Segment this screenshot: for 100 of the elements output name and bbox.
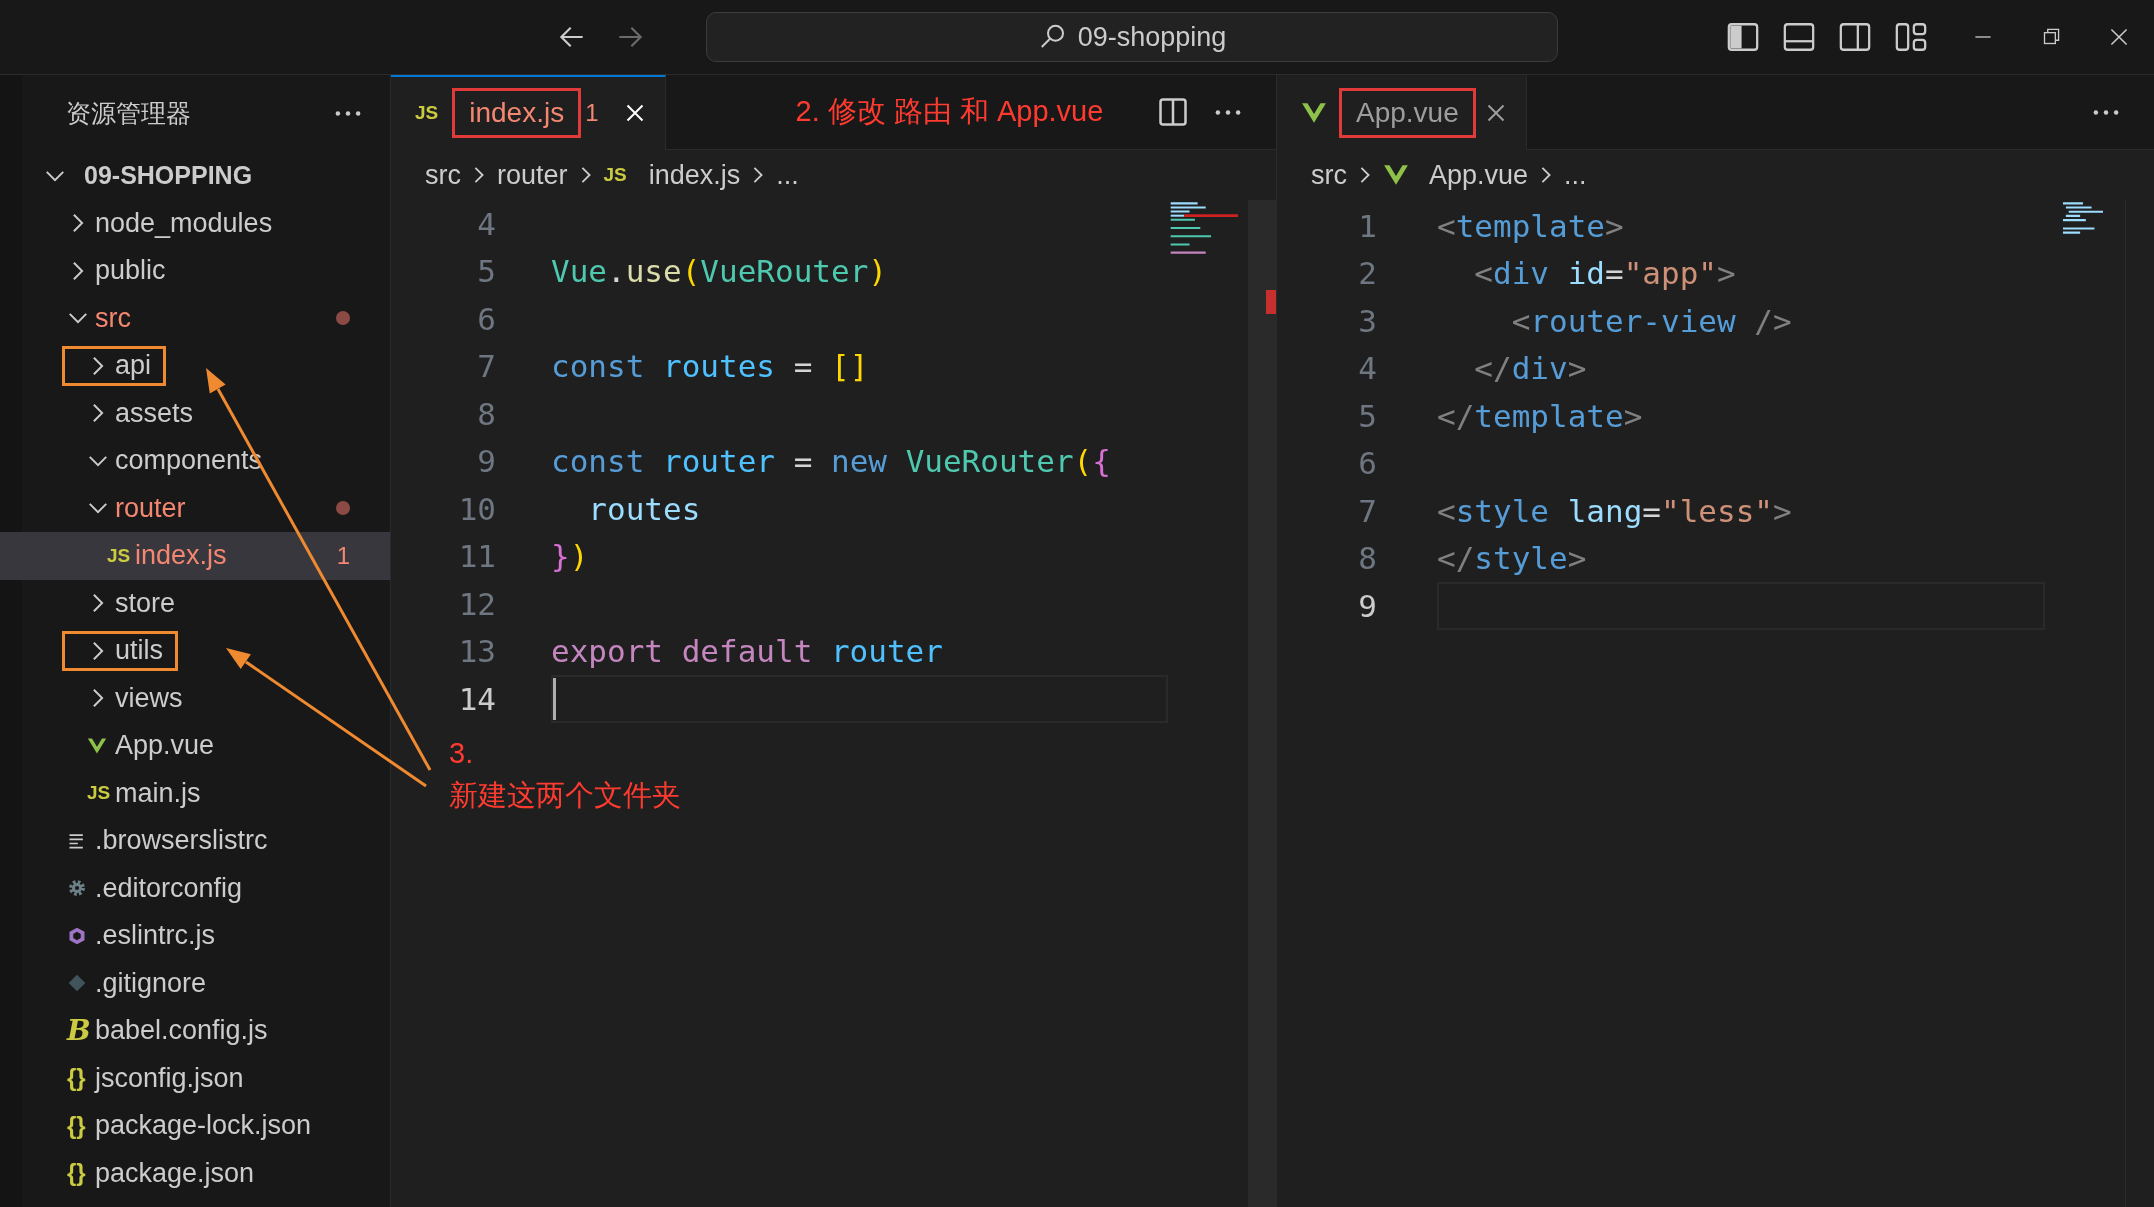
code-line: }): [551, 538, 589, 575]
line-number: 8: [476, 395, 496, 432]
code-line: <template>: [1437, 207, 1624, 244]
line-number: 4: [476, 205, 496, 242]
sidebar-toggle-icon[interactable]: [1726, 20, 1760, 54]
more-icon[interactable]: [334, 109, 362, 118]
modified-dot: [336, 501, 350, 516]
breadcrumb-item[interactable]: router: [497, 159, 568, 191]
annotation-text: 2. 修改 路由 和 App.vue: [795, 94, 1104, 129]
code-line: </style>: [1437, 540, 1587, 577]
code-line: export default router: [551, 633, 943, 670]
item-label: main.js: [115, 777, 201, 809]
item-label: package-lock.json: [95, 1110, 312, 1142]
item-label: index.js: [135, 540, 227, 572]
js-file-icon: JS: [603, 164, 627, 186]
item-label: views: [115, 682, 183, 714]
js-file-icon: JS: [87, 782, 111, 805]
tree-item[interactable]: {} package.json: [0, 1149, 390, 1197]
tree-item[interactable]: public: [0, 247, 390, 295]
minimap-drawing: [2063, 202, 2103, 234]
split-editor-icon[interactable]: [1158, 97, 1188, 127]
tree-item[interactable]: api: [0, 342, 390, 390]
tree-item[interactable]: .editorconfig: [0, 864, 390, 912]
tree-item[interactable]: node_modules: [0, 199, 390, 247]
editor-tab[interactable]: JS index.js 1: [391, 74, 666, 150]
item-label: .editorconfig: [95, 872, 243, 904]
code-line: Vue.use(VueRouter): [551, 253, 887, 290]
more-icon[interactable]: [1214, 107, 1242, 117]
search-field[interactable]: 09-shopping: [706, 12, 1558, 62]
split-toggle-icon[interactable]: [1838, 20, 1872, 54]
vue-file-icon: [1301, 101, 1327, 125]
item-label: store: [115, 587, 176, 619]
tree-item[interactable]: .eslintrc.js: [0, 912, 390, 960]
editor-tab[interactable]: App.vue: [1277, 74, 1527, 150]
close-icon[interactable]: [624, 103, 645, 123]
chevron-icon: [1359, 165, 1371, 185]
chevron-icon: [579, 165, 592, 185]
tree-item[interactable]: store: [0, 579, 390, 627]
tree-item[interactable]: JS index.js 1: [0, 532, 390, 580]
tree-item[interactable]: utils: [0, 627, 390, 675]
item-label: .gitignore: [95, 967, 207, 999]
tree-item[interactable]: views: [0, 674, 390, 722]
breadcrumb-item[interactable]: src: [1311, 159, 1347, 191]
line-number: 12: [457, 585, 496, 622]
code-line: <div id="app">: [1473, 255, 1736, 292]
line-number: 14: [457, 680, 496, 717]
breadcrumb-item[interactable]: ...: [776, 159, 799, 191]
layout-icon[interactable]: [1894, 20, 1928, 54]
line-number: 11: [457, 538, 496, 575]
json-file-icon: {}: [67, 1111, 86, 1140]
annotation-text: 3.: [449, 736, 475, 771]
chevron-icon: [473, 165, 485, 185]
line-number: 1: [1357, 207, 1377, 244]
breadcrumb-item[interactable]: index.js: [648, 159, 741, 191]
line-number: 4: [1357, 350, 1377, 387]
item-label: node_modules: [95, 207, 273, 239]
code-line: <router-view />: [1510, 302, 1792, 339]
item-label: router: [115, 492, 186, 524]
chevron-icon: [752, 165, 765, 185]
tree-item[interactable]: {} jsconfig.json: [0, 1054, 390, 1102]
code-line: </div>: [1473, 350, 1587, 387]
line-number: 13: [457, 633, 496, 670]
code-line: const router = new VueRouter({: [551, 443, 1111, 480]
explorer-title: 资源管理器: [66, 98, 191, 129]
minimap-drawing: [1168, 202, 1238, 254]
problem-count: 1: [336, 541, 350, 570]
breadcrumb-item[interactable]: App.vue: [1429, 159, 1529, 191]
item-label: public: [95, 255, 166, 287]
tree-item[interactable]: router: [0, 484, 390, 532]
tree-item[interactable]: JS main.js: [0, 769, 390, 817]
code-line: <style lang="less">: [1437, 492, 1792, 529]
babel-file-icon: B: [67, 1014, 91, 1048]
tree-item[interactable]: src: [0, 294, 390, 342]
breadcrumb-item[interactable]: src: [425, 159, 461, 191]
line-number: 8: [1357, 540, 1377, 577]
tree-item[interactable]: assets: [0, 389, 390, 437]
tree-item[interactable]: {} package-lock.json: [0, 1102, 390, 1150]
line-number: 7: [1357, 492, 1377, 529]
item-label: App.vue: [115, 730, 215, 762]
tree-item[interactable]: .browserslistrc: [0, 817, 390, 865]
annotation-text: 新建这两个文件夹: [449, 778, 681, 813]
js-file-icon: JS: [415, 102, 439, 124]
folder-root[interactable]: 09-SHOPPING: [22, 152, 390, 200]
tree-item[interactable]: .gitignore: [0, 959, 390, 1007]
tree-item[interactable]: App.vue: [0, 722, 390, 770]
chevron-icon: [1540, 165, 1553, 185]
close-icon[interactable]: [1485, 103, 1506, 123]
panel-toggle-icon[interactable]: [1782, 20, 1816, 54]
item-label: jsconfig.json: [95, 1062, 244, 1094]
more-icon[interactable]: [2092, 107, 2120, 117]
breadcrumb-item[interactable]: ...: [1564, 159, 1587, 191]
json-file-icon: {}: [67, 1064, 86, 1093]
modified-dot: [336, 311, 350, 326]
scrollbar[interactable]: [1248, 200, 1276, 1207]
js-file-icon: JS: [107, 544, 131, 567]
line-number: 5: [476, 253, 496, 290]
item-label: api: [115, 350, 152, 382]
tree-item[interactable]: B babel.config.js: [0, 1007, 390, 1055]
json-file-icon: {}: [67, 1159, 86, 1188]
line-number: 6: [476, 300, 496, 337]
